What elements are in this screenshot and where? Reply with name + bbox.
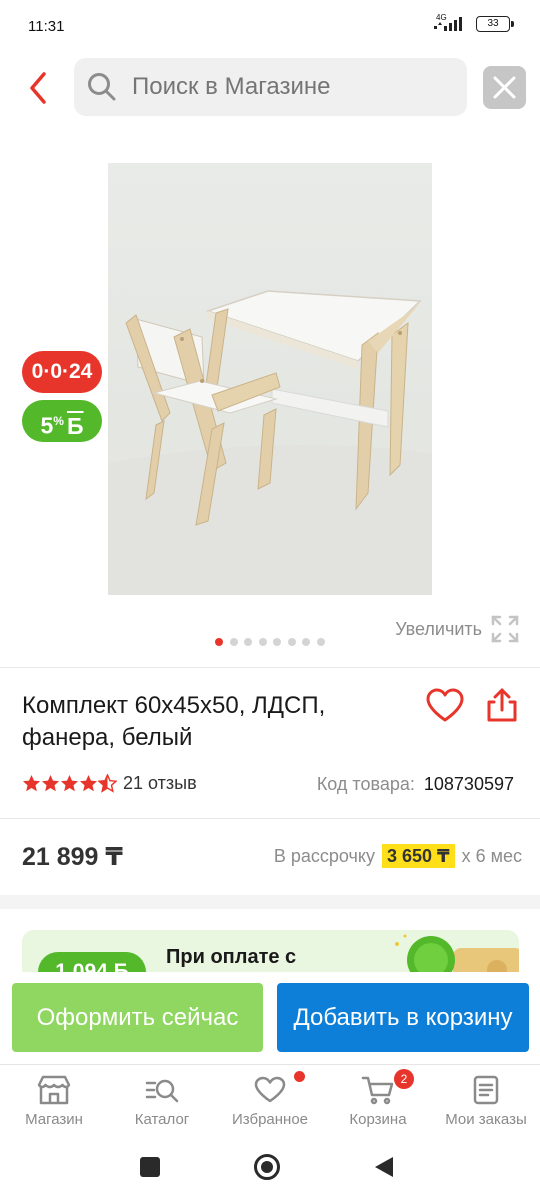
- status-bar: 11:31 4G 33: [0, 0, 540, 52]
- tab-label: Избранное: [231, 1111, 309, 1128]
- promo-text: При оплате с: [166, 946, 297, 968]
- sku-value: 108730597: [423, 774, 514, 794]
- rating-stars: [22, 774, 117, 793]
- signal-icon: 4G: [434, 13, 468, 32]
- status-time: 11:31: [28, 18, 65, 35]
- notification-dot: [294, 1071, 305, 1082]
- back-button[interactable]: [22, 68, 58, 108]
- cart-count-badge: 2: [394, 1069, 414, 1089]
- tab-catalog[interactable]: Каталог: [108, 1075, 216, 1139]
- star-icon: [41, 774, 60, 792]
- action-bar: Оформить сейчас Добавить в корзину: [0, 972, 540, 1064]
- pagination-dot[interactable]: [302, 638, 310, 646]
- zoom-label: Увеличить: [395, 618, 482, 639]
- search-icon: [88, 73, 116, 101]
- close-icon: [493, 76, 516, 99]
- section-separator: [0, 895, 540, 909]
- orders-icon: [473, 1075, 499, 1105]
- tab-favorites[interactable]: Избранное: [216, 1071, 324, 1139]
- pagination-dot[interactable]: [215, 638, 223, 646]
- bonus-badge-value: 5: [40, 412, 54, 439]
- chevron-left-icon: [30, 72, 46, 104]
- product-price: 21 899 ₸: [22, 843, 123, 871]
- pagination-dot[interactable]: [287, 638, 296, 646]
- sku-row: Код товара: 108730597: [317, 774, 514, 795]
- sku-label: Код товара:: [316, 774, 415, 794]
- product-image[interactable]: [108, 163, 432, 595]
- header: [0, 58, 540, 118]
- rating-row[interactable]: 21 отзыв: [22, 773, 197, 794]
- back-nav-button[interactable]: [372, 1155, 396, 1179]
- favorite-button[interactable]: [425, 688, 465, 724]
- bottom-tab-bar: Магазин Каталог Избранное 2 Корзина Мои …: [0, 1064, 540, 1144]
- pagination-dot[interactable]: [244, 638, 252, 646]
- star-icon: [22, 774, 41, 792]
- search-box[interactable]: [74, 58, 467, 116]
- network-label: 4G: [436, 13, 447, 22]
- tab-cart[interactable]: 2 Корзина: [324, 1069, 432, 1139]
- pagination-dot[interactable]: [273, 638, 281, 646]
- price-row: 21 899 ₸ В рассрочку 3 650 ₸ х 6 мес: [22, 842, 522, 872]
- bonus-badge-currency: Б: [66, 412, 84, 439]
- tab-label: Корзина: [349, 1111, 407, 1128]
- tab-label: Каталог: [134, 1111, 190, 1128]
- divider: [0, 818, 540, 819]
- recent-apps-button[interactable]: [139, 1156, 161, 1178]
- share-icon: [487, 688, 517, 722]
- search-input[interactable]: [132, 73, 452, 101]
- star-half-icon: [98, 774, 117, 793]
- share-button[interactable]: [484, 686, 520, 724]
- bonus-badge-percent: %: [53, 414, 64, 428]
- zoom-button[interactable]: Увеличить: [395, 614, 520, 644]
- product-gallery[interactable]: 0·0·24 5% Б Увеличить: [0, 130, 540, 670]
- close-button[interactable]: [483, 66, 526, 109]
- product-title: Комплект 60х45х50, ЛДСП, фанера, белый: [22, 692, 326, 751]
- battery-level: 33: [487, 18, 499, 29]
- buy-now-button[interactable]: Оформить сейчас: [12, 983, 263, 1052]
- status-icons: 4G 33: [434, 13, 514, 32]
- catalog-icon: [145, 1079, 179, 1103]
- review-count[interactable]: 21 отзыв: [123, 773, 197, 794]
- home-button[interactable]: [253, 1153, 281, 1181]
- product-title-block: Комплект 60х45х50, ЛДСП, фанера, белый: [22, 690, 402, 754]
- bonus-badge: 5% Б: [22, 400, 102, 442]
- store-icon: [37, 1075, 71, 1105]
- pagination-dot[interactable]: [316, 638, 325, 646]
- expand-icon: [491, 615, 519, 643]
- tab-label: Мои заказы: [445, 1111, 527, 1128]
- installment-amount: 3 650 ₸: [382, 844, 455, 868]
- battery-icon: 33: [476, 16, 514, 32]
- tab-label: Магазин: [25, 1111, 83, 1128]
- pagination-dot[interactable]: [229, 638, 238, 646]
- tab-store[interactable]: Магазин: [0, 1075, 108, 1139]
- star-icon: [79, 774, 98, 792]
- installment-prefix: В рассрочку: [273, 846, 375, 866]
- tab-orders[interactable]: Мои заказы: [432, 1075, 540, 1139]
- installment-badge: 0·0·24: [22, 351, 102, 393]
- add-to-cart-button[interactable]: Добавить в корзину: [277, 983, 529, 1052]
- cart-icon: [361, 1076, 394, 1105]
- pagination-dot[interactable]: [258, 638, 267, 646]
- installment-suffix: х 6 мес: [461, 846, 522, 866]
- star-icon: [60, 774, 79, 792]
- gallery-pagination: [215, 638, 325, 646]
- system-navigation-bar: [0, 1144, 540, 1200]
- installment-info[interactable]: В рассрочку 3 650 ₸ х 6 мес: [273, 844, 522, 868]
- divider: [0, 667, 540, 668]
- heart-icon: [254, 1076, 286, 1103]
- heart-icon: [426, 688, 464, 722]
